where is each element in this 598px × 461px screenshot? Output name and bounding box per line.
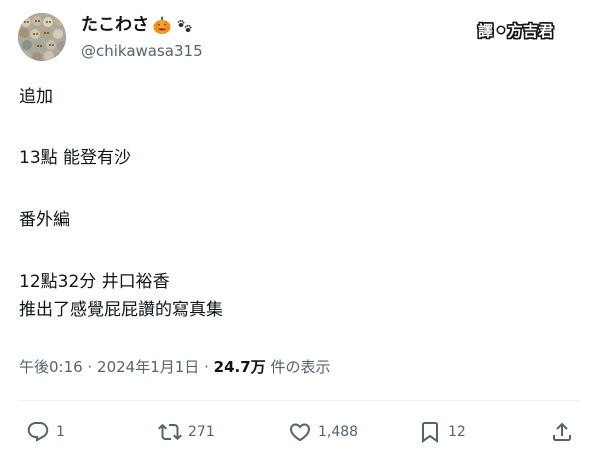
author-handle[interactable]: @chikawasa315 [81, 41, 203, 61]
tweet-line-1: 追加 [19, 87, 53, 107]
meta-separator: · [87, 358, 93, 376]
tweet-line-3: 番外編 [19, 210, 70, 230]
retweet-button[interactable]: 271 [158, 417, 215, 447]
display-name[interactable]: たこわさ [81, 13, 149, 37]
heart-icon [289, 423, 311, 442]
share-icon [553, 422, 571, 441]
bookmark-count: 12 [448, 424, 466, 440]
pumpkin-icon [152, 15, 172, 35]
tweet-date[interactable]: 2024年1月1日 [97, 358, 199, 376]
views-label: 件の表示 [270, 358, 331, 376]
tweet-line-5: 推出了感覺屁屁讚的寫真集 [19, 300, 223, 320]
share-button[interactable] [550, 417, 574, 447]
translator-badge: 譯 方吉君 [478, 17, 554, 43]
avatar-image [18, 13, 66, 61]
translator-prefix: 譯 [478, 21, 494, 40]
retweet-count: 271 [188, 424, 215, 440]
meta-separator: · [204, 358, 209, 376]
reply-button[interactable]: 1 [26, 417, 65, 447]
tweet-line-2: 13點 能登有沙 [19, 148, 132, 168]
bookmark-icon [422, 422, 438, 443]
tweet-line-4: 12點32分 井口裕香 [19, 272, 170, 292]
tweet-meta: 午後0:16 · 2024年1月1日 · 24.7万 件の表示 [19, 356, 330, 378]
divider [19, 400, 579, 401]
retweet-icon [158, 423, 182, 441]
reply-icon [27, 422, 49, 442]
tweet-time[interactable]: 午後0:16 [19, 358, 83, 376]
bookmark-button[interactable]: 12 [418, 417, 466, 447]
paw-prints-icon [175, 15, 195, 35]
like-button[interactable]: 1,488 [288, 417, 358, 447]
like-count: 1,488 [318, 424, 359, 440]
author-name-row[interactable]: たこわさ [81, 13, 195, 37]
avatar[interactable] [18, 13, 66, 61]
views-count[interactable]: 24.7万 [214, 358, 266, 376]
badge-separator-dot [497, 27, 504, 33]
translator-name: 方吉君 [507, 21, 555, 40]
reply-count: 1 [56, 424, 65, 440]
